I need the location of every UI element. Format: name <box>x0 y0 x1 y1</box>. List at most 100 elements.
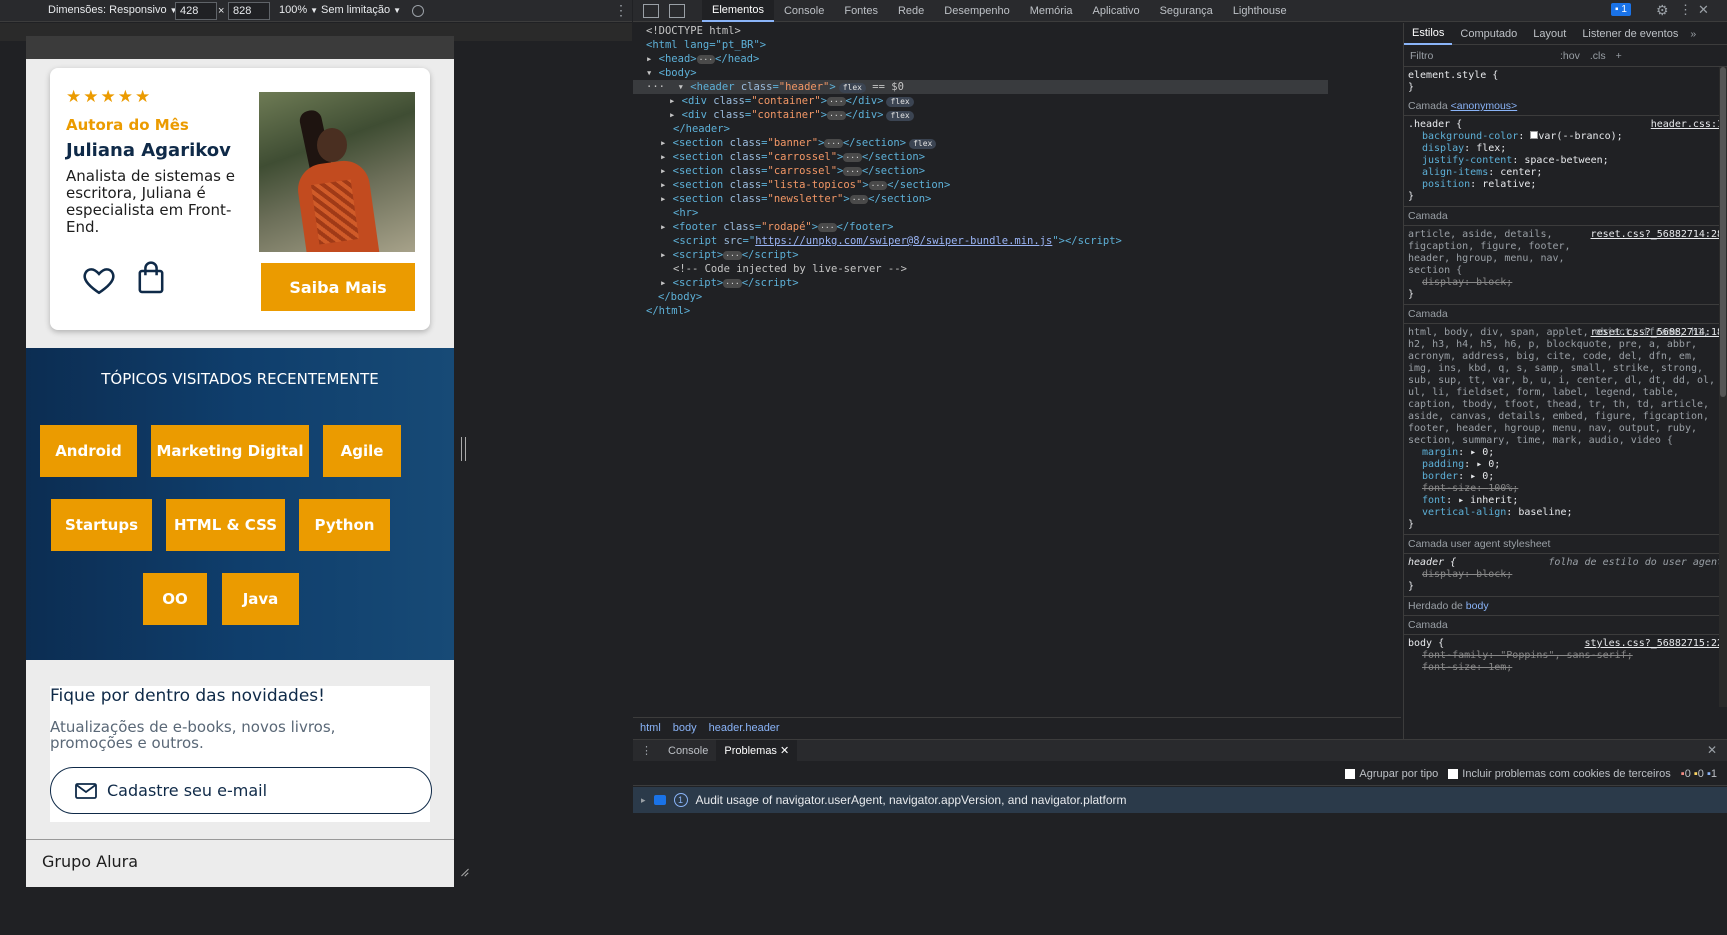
body-prop[interactable]: font-size: 1em; <box>1408 662 1723 674</box>
css-prop[interactable]: padding: ▸ 0; <box>1408 459 1723 471</box>
header-source-link[interactable]: header.css:1 <box>1651 119 1723 131</box>
breadcrumb-html[interactable]: html <box>640 722 661 734</box>
dom-div-container-2[interactable]: ▸ <div class="container"> ··· </div> flex <box>669 108 914 122</box>
css-prop[interactable]: align-items: center; <box>1408 167 1723 179</box>
zoom-select[interactable]: 100% ▼ <box>279 4 318 16</box>
dom-hr[interactable]: <hr> <box>673 206 698 220</box>
dom-script-2[interactable]: ▸ <script> ··· </script> <box>660 276 799 290</box>
close-drawer-icon[interactable]: ✕ <box>1707 743 1717 757</box>
css-prop[interactable]: border: ▸ 0; <box>1408 471 1723 483</box>
width-input[interactable] <box>175 2 217 20</box>
resize-handle-right[interactable] <box>461 437 466 461</box>
css-prop[interactable]: background-color: var(--branco); <box>1408 131 1723 143</box>
more-tabs-icon[interactable]: » <box>1690 28 1696 40</box>
ua-prop[interactable]: display: block; <box>1408 569 1723 581</box>
anonymous-layer-link[interactable]: <anonymous> <box>1451 100 1518 112</box>
tab-layout[interactable]: Layout <box>1525 23 1574 45</box>
breadcrumb-header[interactable]: header.header <box>709 722 780 734</box>
dom-section-newsletter[interactable]: ▸ <section class="newsletter"> ··· </secti… <box>660 192 931 206</box>
dom-section-carrossel-1[interactable]: ▸ <section class="carrossel"> ··· </sectio… <box>660 150 925 164</box>
tab-network[interactable]: Rede <box>888 0 934 22</box>
reset-source-link-2[interactable]: reset.css?_56882714:18 <box>1591 327 1723 339</box>
css-prop[interactable]: justify-content: space-between; <box>1408 155 1723 167</box>
css-prop[interactable]: font: ▸ inherit; <box>1408 495 1723 507</box>
resize-corner-icon[interactable] <box>458 866 470 878</box>
dom-script-swiper[interactable]: <script src="https://unpkg.com/swiper@8/… <box>673 234 1122 248</box>
drawer-tab-console[interactable]: Console <box>660 740 716 762</box>
script-src-link[interactable]: https://unpkg.com/swiper@8/swiper-bundle… <box>755 235 1052 247</box>
more-options-icon[interactable]: ⋮ <box>1679 2 1692 18</box>
tab-lighthouse[interactable]: Lighthouse <box>1223 0 1297 22</box>
dom-script-1[interactable]: ▸ <script> ··· </script> <box>660 248 799 262</box>
topic-chip-startups[interactable]: Startups <box>51 499 152 551</box>
dom-header-close[interactable]: </header> <box>673 122 730 136</box>
tab-memory[interactable]: Memória <box>1020 0 1083 22</box>
flex-badge[interactable]: flex <box>886 111 914 121</box>
inspect-element-icon[interactable] <box>643 3 659 18</box>
css-prop[interactable]: position: relative; <box>1408 179 1723 191</box>
group-by-type-checkbox[interactable]: Agrupar por tipo <box>1345 768 1438 780</box>
rotate-icon[interactable] <box>412 5 424 17</box>
topic-chip-agile[interactable]: Agile <box>323 425 401 477</box>
tab-performance[interactable]: Desempenho <box>934 0 1019 22</box>
dom-html[interactable]: <html lang="pt_BR"> <box>646 38 766 52</box>
dom-section-banner[interactable]: ▸ <section class="banner"> ··· </section> f… <box>660 136 937 150</box>
reset-prop-1[interactable]: display: block; <box>1408 277 1723 289</box>
dom-footer[interactable]: ▸ <footer class="rodapé"> ··· </footer> <box>660 220 893 234</box>
dom-section-lista[interactable]: ▸ <section class="lista-topicos"> ··· </se… <box>660 178 950 192</box>
flex-badge[interactable]: flex <box>886 97 914 107</box>
dom-comment[interactable]: <!-- Code injected by live-server --> <box>673 262 907 276</box>
close-icon[interactable]: ✕ <box>1698 2 1709 18</box>
tab-styles[interactable]: Estilos <box>1404 23 1453 45</box>
topic-chip-android[interactable]: Android <box>40 425 137 477</box>
styles-filter-input[interactable]: Filtro <box>1410 50 1550 62</box>
messages-badge[interactable]: ▪ 1 <box>1611 3 1631 16</box>
close-tab-icon[interactable]: ✕ <box>780 744 789 757</box>
reset-rule-1[interactable]: reset.css?_56882714:28 article, aside, d… <box>1404 226 1727 305</box>
topic-chip-java[interactable]: Java <box>222 573 299 625</box>
body-rule[interactable]: body { styles.css?_56882715:22 font-fami… <box>1404 635 1727 677</box>
device-toggle-icon[interactable] <box>669 3 685 18</box>
topic-chip-python[interactable]: Python <box>299 499 390 551</box>
css-prop[interactable]: display: flex; <box>1408 143 1723 155</box>
tab-computed[interactable]: Computado <box>1452 23 1525 45</box>
inherited-from-link[interactable]: body <box>1466 600 1489 612</box>
tab-console[interactable]: Console <box>774 0 834 22</box>
dom-div-container-1[interactable]: ▸ <div class="container"> ··· </div> flex <box>669 94 914 108</box>
topic-chip-marketing[interactable]: Marketing Digital <box>151 425 309 477</box>
add-rule-icon[interactable]: + <box>1616 50 1622 62</box>
tab-security[interactable]: Segurança <box>1150 0 1223 22</box>
drawer-tab-issues[interactable]: Problemas ✕ <box>716 739 798 762</box>
drawer-menu-icon[interactable]: ⋮ <box>633 744 660 757</box>
expand-icon[interactable]: ▸ <box>641 795 646 806</box>
breadcrumb-body[interactable]: body <box>673 722 697 734</box>
hov-button[interactable]: :hov <box>1560 50 1580 62</box>
issue-counts[interactable]: ▪0 ▪0 ▪1 <box>1681 768 1717 780</box>
body-source-link[interactable]: styles.css?_56882715:22 <box>1585 638 1723 650</box>
flex-badge[interactable]: flex <box>909 139 937 149</box>
tab-event-listeners[interactable]: Listener de eventos <box>1574 23 1686 45</box>
third-party-checkbox[interactable]: Incluir problemas com cookies de terceir… <box>1448 768 1671 780</box>
dom-html-close[interactable]: </html> <box>646 304 690 318</box>
height-input[interactable] <box>228 2 270 20</box>
subscribe-email-button[interactable]: Cadastre seu e-mail <box>50 767 432 814</box>
tab-sources[interactable]: Fontes <box>834 0 888 22</box>
gear-icon[interactable]: ⚙ <box>1656 2 1669 19</box>
flex-badge[interactable]: flex <box>838 83 866 93</box>
scrollbar-thumb[interactable] <box>1720 67 1726 397</box>
body-prop[interactable]: font-family: "Poppins", sans-serif; <box>1408 650 1723 662</box>
cls-button[interactable]: .cls <box>1590 50 1606 62</box>
css-prop[interactable]: margin: ▸ 0; <box>1408 447 1723 459</box>
dom-doctype[interactable]: <!DOCTYPE html> <box>646 24 741 38</box>
more-options-icon[interactable]: ⋮ <box>614 2 628 19</box>
dom-section-carrossel-2[interactable]: ▸ <section class="carrossel"> ··· </sectio… <box>660 164 925 178</box>
dimensions-select[interactable]: Dimensões: Responsivo ▼ <box>48 4 178 16</box>
tab-application[interactable]: Aplicativo <box>1083 0 1150 22</box>
tab-elements[interactable]: Elementos <box>702 0 774 22</box>
reset-source-link-1[interactable]: reset.css?_56882714:28 <box>1591 229 1723 241</box>
header-rule[interactable]: .header { header.css:1 background-color:… <box>1404 116 1727 207</box>
throttle-select[interactable]: Sem limitação ▼ <box>321 4 401 16</box>
dom-head[interactable]: ▸ <head> ··· </head> <box>646 52 759 66</box>
styles-scrollbar[interactable] <box>1719 67 1727 707</box>
topic-chip-oo[interactable]: OO <box>143 573 207 625</box>
